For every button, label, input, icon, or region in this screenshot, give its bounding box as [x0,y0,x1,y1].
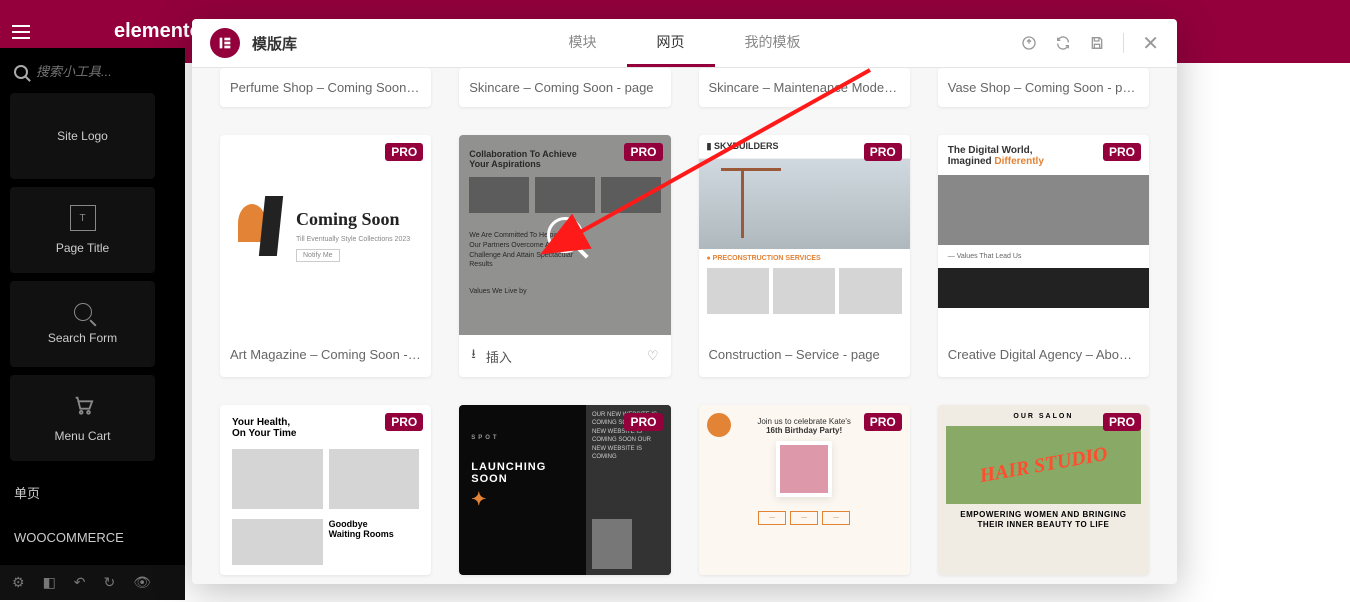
template-title: Construction – Service - page [699,335,910,374]
save-icon[interactable] [1089,35,1105,51]
search-icon [14,65,28,79]
widget-search[interactable] [10,58,175,85]
menu-cart-label: Menu Cart [54,429,110,443]
cart-icon [70,394,96,419]
widget-menu-cart[interactable]: Menu Cart [10,375,155,461]
template-card[interactable]: Skincare – Coming Soon - page [459,68,670,107]
divider [1123,33,1124,53]
pro-badge: PRO [864,143,902,161]
widget-site-logo[interactable]: Site Logo [10,93,155,179]
search-input[interactable] [36,64,156,79]
insert-button[interactable]: 插入 [486,347,512,366]
editor-footer: ⚙ ◧ ↶ ↻ 👁 [0,565,185,600]
sidebar-cat-single[interactable]: 单页 [10,469,175,516]
page-title-icon: T [70,205,96,231]
pro-badge: PRO [624,143,662,161]
template-card[interactable]: Vase Shop – Coming Soon - pa... [938,68,1149,107]
magnify-icon [547,217,583,253]
search-form-icon [74,303,92,321]
pro-badge: PRO [624,413,662,431]
sidebar-cat-woo[interactable]: WOOCOMMERCE [10,516,175,559]
template-title: Perfume Shop – Coming Soon -... [220,68,431,107]
tab-blocks[interactable]: 模块 [539,19,627,67]
preview-overlay[interactable] [459,135,670,335]
template-library-modal: 模版库 模块 网页 我的模板 ✕ Perfume Shop – Coming S… [192,19,1177,584]
modal-title: 模版库 [252,33,297,54]
pro-badge: PRO [385,143,423,161]
template-title: Creative Digital Agency – About... [938,335,1149,374]
layers-icon[interactable]: ◧ [43,574,56,591]
history-icon[interactable]: ↻ [104,574,116,591]
pro-badge: PRO [864,413,902,431]
pro-badge: PRO [1103,143,1141,161]
template-title: Skincare – Coming Soon - page [459,68,670,107]
refresh-icon[interactable] [1055,35,1071,51]
widget-page-title[interactable]: T Page Title [10,187,155,273]
import-icon[interactable] [1021,35,1037,51]
template-card[interactable]: Perfume Shop – Coming Soon -... [220,68,431,107]
tab-pages[interactable]: 网页 [627,19,715,67]
template-title: Skincare – Maintenance Mode -... [699,68,910,107]
undo-icon[interactable]: ↶ [74,574,86,591]
pro-badge: PRO [385,413,423,431]
template-card-launching[interactable]: PRO SPOT LAUNCHING SOON ✦ OUR NEW WEBSIT… [459,405,670,575]
thumbnail: The Digital World, Imagined Differently … [938,135,1149,335]
template-title: Art Magazine – Coming Soon - ... [220,335,431,374]
page-title-label: Page Title [56,241,109,255]
search-form-label: Search Form [48,331,117,345]
elementor-logo-icon [210,28,240,58]
pro-badge: PRO [1103,413,1141,431]
modal-header: 模版库 模块 网页 我的模板 ✕ [192,19,1177,68]
widget-search-form[interactable]: Search Form [10,281,155,367]
template-card-birthday[interactable]: PRO Join us to celebrate Kate's 16th Bir… [699,405,910,575]
site-logo-label: Site Logo [57,129,108,143]
tab-my-templates[interactable]: 我的模板 [715,19,831,67]
template-card-salon[interactable]: PRO OUR SALON HAIR STUDIO EMPOWERING WOM… [938,405,1149,575]
thumbnail: Coming Soon Till Eventually Style Collec… [220,135,431,335]
download-icon[interactable]: ⭳ [471,345,476,367]
close-icon[interactable]: ✕ [1142,31,1159,56]
widgets-sidebar: Site Logo T Page Title Search Form Menu … [0,48,185,600]
thumbnail: ▮ SKYBUILDERS ● PRECONSTRUCTION SERVICES [699,135,910,335]
template-card-hovered[interactable]: PRO Collaboration To Achieve Your Aspira… [459,135,670,377]
template-card-digital-agency[interactable]: PRO The Digital World, Imagined Differen… [938,135,1149,377]
preview-icon[interactable]: 👁 [133,574,151,591]
template-card-art-magazine[interactable]: PRO Coming Soon Till Eventually Style Co… [220,135,431,377]
template-title: Vase Shop – Coming Soon - pa... [938,68,1149,107]
modal-body[interactable]: Perfume Shop – Coming Soon -... Skincare… [192,68,1177,584]
favorite-icon[interactable]: ♡ [647,348,659,364]
template-card-health[interactable]: PRO Your Health, On Your Time Goodbye Wa… [220,405,431,575]
hamburger-menu-icon[interactable] [12,20,36,44]
template-card[interactable]: Skincare – Maintenance Mode -... [699,68,910,107]
template-card-construction[interactable]: PRO ▮ SKYBUILDERS ● PRECONSTRUCTION SERV… [699,135,910,377]
settings-icon[interactable]: ⚙ [12,574,25,591]
